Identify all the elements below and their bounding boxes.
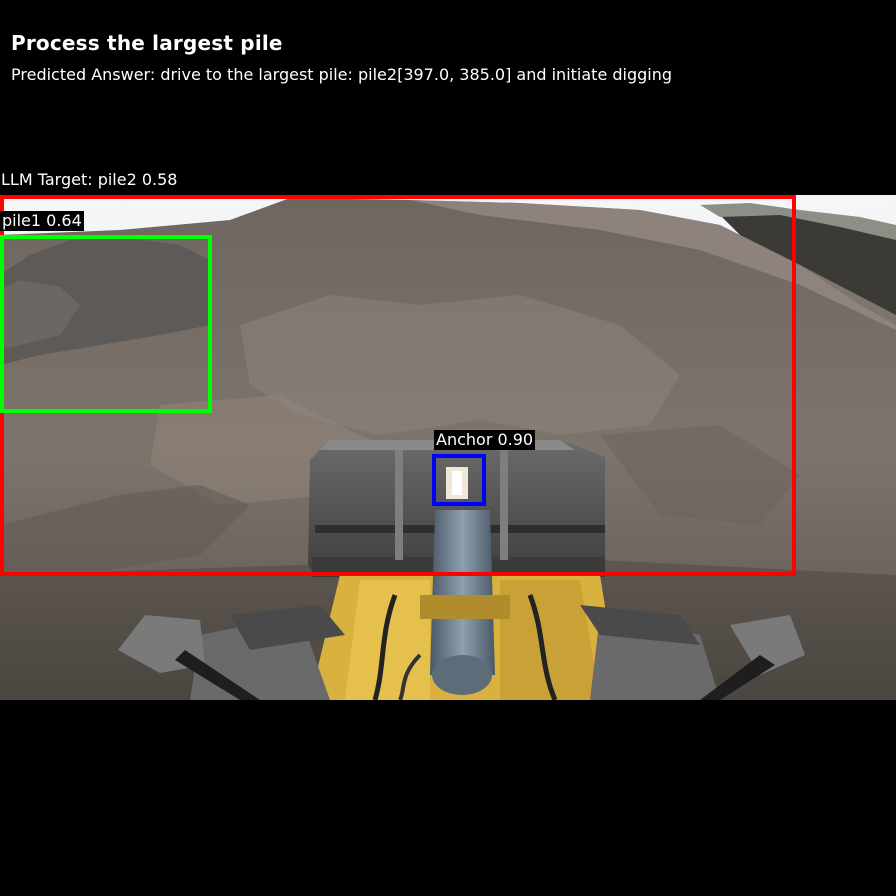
task-title: Process the largest pile — [11, 31, 283, 55]
pile1-bounding-box — [0, 235, 212, 413]
anchor-label: Anchor 0.90 — [434, 430, 536, 450]
predicted-answer: Predicted Answer: drive to the largest p… — [11, 65, 673, 84]
llm-target-label: LLM Target: pile2 0.58 — [1, 170, 178, 189]
anchor-bounding-box — [432, 454, 486, 506]
pile1-label: pile1 0.64 — [0, 211, 84, 231]
frame: Process the largest pile Predicted Answe… — [0, 0, 896, 896]
